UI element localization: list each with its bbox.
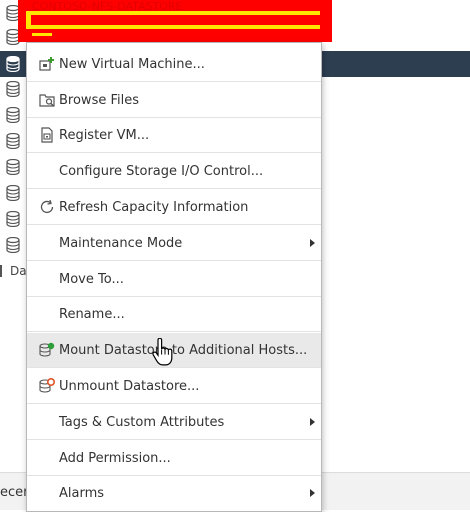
datastore-icon	[6, 81, 20, 97]
register-vm-icon	[39, 127, 55, 143]
menu-item-new-virtual-machine[interactable]: New Virtual Machine...	[27, 47, 321, 82]
menu-item-mount-datastore[interactable]: Mount Datastore to Additional Hosts...	[27, 333, 321, 368]
datastore-icon	[6, 56, 20, 72]
hand-cursor-icon	[152, 337, 174, 368]
menu-item-move-to[interactable]: Move To...	[27, 262, 321, 297]
unmount-datastore-icon	[39, 377, 56, 394]
tree-partial-node[interactable]: Da	[0, 264, 27, 278]
mount-datastore-icon	[39, 342, 55, 358]
menu-item-label: Alarms	[59, 486, 105, 501]
menu-item-add-permission[interactable]: Add Permission...	[27, 441, 321, 476]
menu-item-label: Unmount Datastore...	[59, 378, 200, 394]
menu-item-label: Move To...	[59, 271, 124, 287]
menu-item-label: Configure Storage I/O Control...	[59, 163, 264, 179]
menu-item-label: Register VM...	[59, 127, 150, 143]
menu-item-refresh-capacity-information[interactable]: Refresh Capacity Information	[27, 190, 321, 225]
datastore-icon	[6, 133, 20, 149]
tree-partial-label: Da	[10, 264, 27, 278]
menu-item-label: Browse Files	[59, 92, 139, 108]
menu-item-rename[interactable]: Rename...	[27, 297, 321, 332]
submenu-arrow-icon	[310, 418, 315, 426]
menu-item-label: Rename...	[59, 306, 125, 322]
menu-item-label: Add Permission...	[59, 450, 171, 466]
datastore-icon	[6, 185, 20, 201]
browse-files-icon	[39, 92, 55, 108]
submenu-arrow-icon	[310, 239, 315, 247]
submenu-arrow-icon	[310, 489, 315, 497]
menu-item-label: Maintenance Mode	[59, 235, 183, 251]
tree-connector	[0, 265, 2, 277]
menu-item-label: New Virtual Machine...	[59, 56, 205, 72]
menu-item-maintenance-mode[interactable]: Maintenance Mode	[27, 226, 321, 261]
menu-item-unmount-datastore[interactable]: Unmount Datastore...	[27, 369, 321, 404]
menu-item-register-vm[interactable]: Register VM...	[27, 118, 321, 153]
new-vm-icon	[39, 56, 55, 72]
menu-item-browse-files[interactable]: Browse Files	[27, 83, 321, 118]
menu-item-label: Tags & Custom Attributes	[59, 414, 225, 430]
menu-item-label: Mount Datastore to Additional Hosts...	[59, 342, 308, 358]
refresh-icon	[39, 199, 55, 215]
menu-item-label: Refresh Capacity Information	[59, 199, 249, 215]
datastore-icon	[6, 237, 20, 253]
menu-item-alarms[interactable]: Alarms	[27, 476, 321, 511]
context-menu: New Virtual Machine... Browse Files Regi…	[26, 42, 322, 512]
datastore-icon	[6, 107, 20, 123]
menu-item-tags-custom-attributes[interactable]: Tags & Custom Attributes	[27, 405, 321, 440]
highlight-overlay: CONTOSO-NFS-DATASTORE	[18, 0, 332, 42]
datastore-icon	[6, 211, 20, 227]
datastore-icon	[6, 159, 20, 175]
menu-item-configure-storage-io-control[interactable]: Configure Storage I/O Control...	[27, 154, 321, 189]
